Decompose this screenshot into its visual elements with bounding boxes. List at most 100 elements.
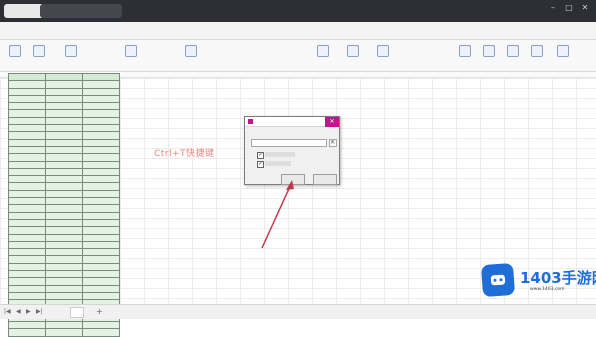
table-cell[interactable] (45, 189, 83, 199)
table-cell[interactable] (82, 321, 120, 330)
worksheet-button[interactable] (502, 43, 524, 69)
table-cell[interactable] (45, 255, 83, 264)
table-cell[interactable] (45, 262, 83, 272)
table-cell[interactable] (45, 124, 83, 133)
column-header[interactable] (45, 72, 83, 82)
table-cell[interactable] (8, 197, 46, 206)
table-row[interactable] (8, 116, 120, 126)
table-row[interactable] (8, 109, 120, 118)
table-cell[interactable] (45, 328, 83, 337)
paste-button[interactable] (4, 43, 26, 69)
sum-button[interactable] (372, 43, 394, 69)
new-tab-button[interactable] (88, 4, 122, 18)
table-row[interactable] (8, 255, 120, 264)
table-row[interactable] (8, 153, 120, 162)
table-row[interactable] (8, 277, 120, 286)
table-cell[interactable] (8, 102, 46, 111)
table-row[interactable] (8, 138, 120, 147)
table-row[interactable] (8, 175, 120, 184)
table-row[interactable] (8, 328, 120, 337)
sort-button[interactable] (478, 43, 500, 69)
table-cell[interactable] (8, 321, 46, 330)
table-cell[interactable] (45, 94, 83, 104)
table-row[interactable] (8, 262, 120, 272)
column-header[interactable] (82, 72, 120, 82)
table-cell[interactable] (82, 277, 120, 286)
table-cell[interactable] (8, 153, 46, 162)
table-row[interactable] (8, 321, 120, 330)
table-cell[interactable] (45, 116, 83, 126)
table-cell[interactable] (8, 269, 46, 279)
number-format-button[interactable] (180, 43, 202, 69)
table-cell[interactable] (82, 87, 120, 96)
next-sheet-icon[interactable]: ▶ (26, 308, 31, 315)
table-cell[interactable] (8, 80, 46, 89)
range-picker-icon[interactable]: ⇱ (329, 139, 337, 147)
table-row[interactable] (8, 102, 120, 111)
table-row[interactable] (8, 131, 120, 140)
table-row[interactable] (8, 94, 120, 104)
table-row[interactable] (8, 182, 120, 191)
align-button[interactable] (120, 43, 142, 69)
table-cell[interactable] (8, 211, 46, 220)
table-cell[interactable] (82, 131, 120, 140)
table-cell[interactable] (8, 284, 46, 293)
table-cell[interactable] (82, 138, 120, 147)
table-cell[interactable] (82, 226, 120, 235)
table-cell[interactable] (82, 211, 120, 220)
table-cell[interactable] (8, 218, 46, 228)
table-row[interactable] (8, 197, 120, 206)
first-sheet-icon[interactable]: |◀ (4, 308, 11, 315)
table-row[interactable] (8, 248, 120, 257)
table-cell[interactable] (8, 109, 46, 118)
table-row[interactable] (8, 124, 120, 133)
table-row[interactable] (8, 218, 120, 228)
table-row[interactable] (8, 284, 120, 293)
table-row[interactable] (8, 269, 120, 279)
cancel-button[interactable] (313, 174, 337, 185)
table-cell[interactable] (8, 262, 46, 272)
table-cell[interactable] (82, 291, 120, 301)
table-cell[interactable] (45, 102, 83, 111)
table-cell[interactable] (8, 248, 46, 257)
find-button[interactable] (552, 43, 574, 69)
table-cell[interactable] (45, 226, 83, 235)
table-cell[interactable] (8, 182, 46, 191)
filter-button[interactable] (454, 43, 476, 69)
table-cell[interactable] (8, 240, 46, 250)
table-row[interactable] (8, 87, 120, 96)
table-cell[interactable] (8, 116, 46, 126)
table-cell[interactable] (45, 291, 83, 301)
table-cell[interactable] (8, 167, 46, 177)
table-cell[interactable] (82, 189, 120, 199)
table-cell[interactable] (8, 94, 46, 104)
table-cell[interactable] (82, 284, 120, 293)
table-cell[interactable] (82, 124, 120, 133)
table-cell[interactable] (82, 175, 120, 184)
table-cell[interactable] (45, 321, 83, 330)
table-cell[interactable] (8, 226, 46, 235)
table-cell[interactable] (45, 284, 83, 293)
table-cell[interactable] (45, 138, 83, 147)
minimize-icon[interactable]: – (548, 3, 558, 13)
table-cell[interactable] (8, 175, 46, 184)
table-cell[interactable] (45, 240, 83, 250)
range-input[interactable] (251, 139, 327, 147)
header-row-checkbox[interactable]: ✓ (257, 152, 264, 159)
table-cell[interactable] (45, 218, 83, 228)
table-cell[interactable] (82, 262, 120, 272)
maximize-icon[interactable]: □ (564, 3, 574, 13)
table-cell[interactable] (45, 175, 83, 184)
table-row[interactable] (8, 226, 120, 235)
table-cell[interactable] (82, 240, 120, 250)
table-row[interactable] (8, 80, 120, 89)
app-tab[interactable] (4, 4, 44, 18)
table-cell[interactable] (45, 204, 83, 213)
conditional-format-button[interactable] (312, 43, 334, 69)
prev-sheet-icon[interactable]: ◀ (16, 308, 21, 315)
table-row[interactable] (8, 189, 120, 199)
table-cell[interactable] (45, 109, 83, 118)
cut-button[interactable] (28, 43, 50, 69)
table-row[interactable] (8, 211, 120, 220)
sheet-tab[interactable] (70, 307, 84, 318)
